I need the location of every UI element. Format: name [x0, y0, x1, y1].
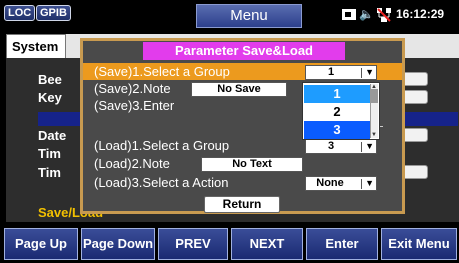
- chevron-down-icon: ▼: [365, 178, 374, 188]
- loc-indicator: LOC: [4, 5, 36, 21]
- prev-button[interactable]: PREV: [158, 228, 228, 260]
- dialog-title: Parameter Save&Load: [143, 42, 345, 60]
- background-button[interactable]: [402, 165, 428, 179]
- dropdown-option[interactable]: 2: [304, 103, 370, 121]
- load-group-value: 3: [327, 140, 335, 152]
- dropdown-option[interactable]: 1: [304, 85, 370, 103]
- load-action-combo[interactable]: None ▼: [305, 176, 377, 191]
- load-action-value: None: [316, 177, 344, 189]
- page-down-button[interactable]: Page Down: [81, 228, 155, 260]
- chevron-down-icon: ▼: [365, 67, 374, 77]
- network-icon: [376, 7, 392, 23]
- status-bar: LOC GPIB Menu 🔈 16:12:29: [0, 0, 459, 28]
- dropdown-option[interactable]: 3: [304, 121, 370, 139]
- group-dropdown-list[interactable]: 1 2 3 ▲ ▼: [302, 82, 380, 140]
- save-note-label: (Save)2.Note: [94, 81, 171, 96]
- save-note-field[interactable]: No Save: [191, 82, 287, 97]
- load-note-field[interactable]: No Text: [201, 157, 303, 172]
- scrollbar-thumb[interactable]: [370, 89, 378, 103]
- speaker-icon: 🔈: [359, 7, 374, 21]
- save-enter-label: (Save)3.Enter: [94, 98, 175, 113]
- page-up-button[interactable]: Page Up: [4, 228, 78, 260]
- background-label: Tim: [38, 165, 61, 180]
- exit-menu-button[interactable]: Exit Menu: [381, 228, 457, 260]
- background-button[interactable]: [402, 128, 428, 142]
- chevron-down-icon: ▼: [365, 141, 374, 151]
- background-label: Key: [38, 90, 62, 105]
- gpib-indicator: GPIB: [36, 5, 71, 21]
- background-button[interactable]: [402, 72, 428, 86]
- load-note-label: (Load)2.Note: [94, 156, 170, 171]
- storage-icon: [342, 9, 356, 20]
- load-action-label: (Load)3.Select a Action: [94, 175, 229, 190]
- enter-button[interactable]: Enter: [306, 228, 378, 260]
- next-button[interactable]: NEXT: [231, 228, 303, 260]
- save-group-combo[interactable]: 1 ▼: [305, 65, 377, 80]
- return-button[interactable]: Return: [204, 196, 280, 213]
- background-label: Date: [38, 128, 67, 143]
- save-select-group-label: (Save)1.Select a Group: [94, 64, 230, 79]
- load-select-group-label: (Load)1.Select a Group: [94, 138, 230, 153]
- clock: 16:12:29: [396, 7, 445, 21]
- menu-title: Menu: [196, 4, 302, 28]
- background-label: Bee: [38, 72, 62, 87]
- tab-system[interactable]: System: [6, 34, 66, 58]
- scroll-down-icon[interactable]: ▼: [370, 132, 378, 138]
- save-group-value: 1: [327, 66, 335, 78]
- background-button[interactable]: [402, 90, 428, 104]
- load-group-combo[interactable]: 3 ▼: [305, 139, 377, 154]
- background-label: Tim: [38, 146, 61, 161]
